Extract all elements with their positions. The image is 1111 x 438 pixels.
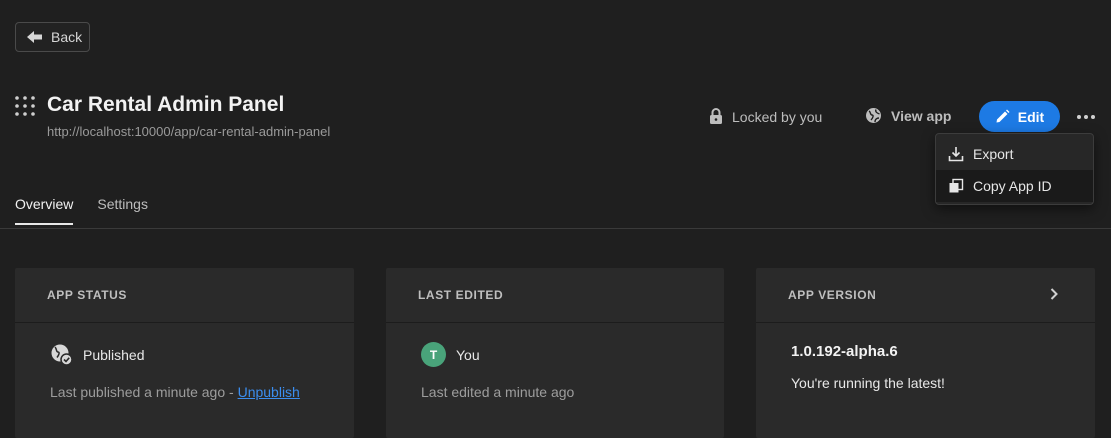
status-row: Published bbox=[50, 343, 354, 366]
back-button[interactable]: Back bbox=[15, 22, 90, 52]
tab-divider bbox=[0, 228, 1111, 229]
back-label: Back bbox=[51, 29, 83, 45]
app-status-card: APP STATUS Published Last published a mi… bbox=[15, 268, 354, 438]
chevron-right-icon[interactable] bbox=[1049, 288, 1059, 300]
lock-icon bbox=[710, 108, 722, 124]
card-heading: APP VERSION bbox=[788, 288, 877, 302]
card-heading: LAST EDITED bbox=[386, 268, 724, 323]
tab-bar: Overview Settings bbox=[15, 196, 148, 225]
page-title: Car Rental Admin Panel bbox=[47, 93, 285, 116]
options-menu: Export Copy App ID bbox=[935, 133, 1094, 205]
status-note-text: Last published a minute ago - bbox=[50, 384, 238, 400]
app-version-card[interactable]: APP VERSION 1.0.192-alpha.6 You're runni… bbox=[756, 268, 1095, 438]
tab-settings[interactable]: Settings bbox=[97, 196, 148, 225]
avatar: T bbox=[421, 342, 446, 367]
card-header: APP VERSION bbox=[756, 268, 1095, 323]
version-note: You're running the latest! bbox=[791, 375, 945, 391]
download-icon bbox=[948, 147, 964, 162]
tab-overview[interactable]: Overview bbox=[15, 196, 74, 225]
globe-icon bbox=[866, 108, 881, 123]
copy-icon bbox=[949, 178, 964, 193]
version-value: 1.0.192-alpha.6 bbox=[791, 343, 898, 360]
edit-label: Edit bbox=[1017, 108, 1045, 125]
menu-item-copy-app-id[interactable]: Copy App ID bbox=[936, 170, 1093, 202]
arrow-left-icon bbox=[27, 31, 42, 43]
menu-item-label: Copy App ID bbox=[973, 178, 1052, 194]
unpublish-link[interactable]: Unpublish bbox=[238, 384, 300, 400]
view-app-label: View app bbox=[891, 107, 952, 124]
locked-status: Locked by you bbox=[709, 108, 822, 125]
locked-label: Locked by you bbox=[732, 108, 823, 125]
card-heading: APP STATUS bbox=[15, 268, 354, 323]
drag-grip-icon bbox=[15, 96, 35, 116]
last-edited-card: LAST EDITED T You Last edited a minute a… bbox=[386, 268, 724, 438]
status-value: Published bbox=[83, 346, 145, 363]
status-note: Last published a minute ago - Unpublish bbox=[50, 384, 354, 400]
edit-button[interactable]: Edit bbox=[979, 101, 1060, 132]
menu-item-label: Export bbox=[973, 146, 1014, 162]
editor-row: T You bbox=[421, 342, 724, 367]
published-globe-icon bbox=[51, 344, 73, 366]
edited-note: Last edited a minute ago bbox=[421, 384, 575, 400]
view-app-button[interactable]: View app bbox=[865, 107, 951, 124]
more-options-icon[interactable] bbox=[1074, 107, 1098, 127]
editor-name: You bbox=[456, 346, 480, 363]
app-url: http://localhost:10000/app/car-rental-ad… bbox=[47, 124, 331, 139]
menu-item-export[interactable]: Export bbox=[936, 138, 1093, 170]
pencil-icon bbox=[996, 109, 1010, 123]
